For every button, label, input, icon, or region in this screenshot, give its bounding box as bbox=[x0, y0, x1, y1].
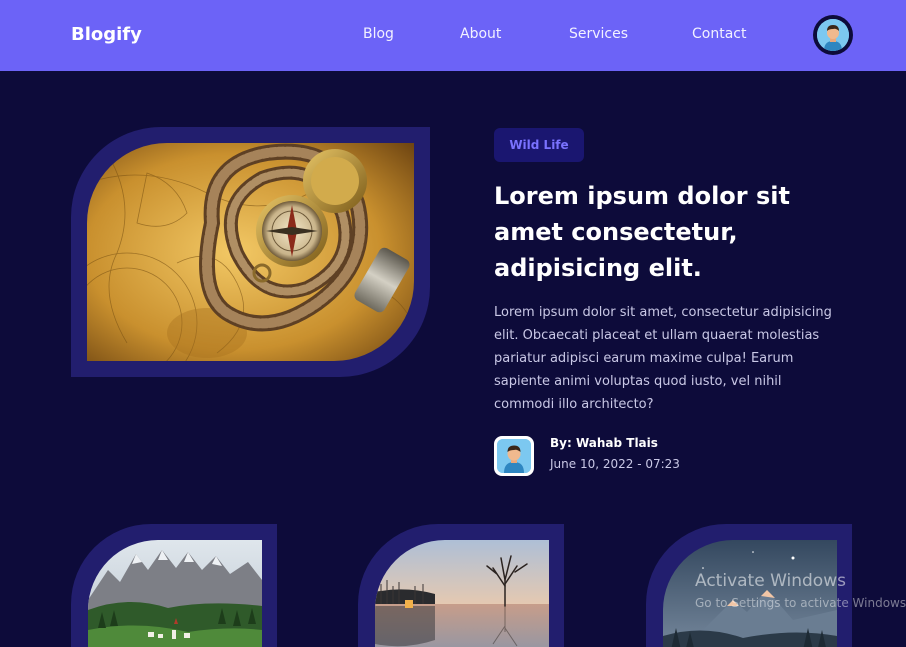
brand-logo[interactable]: Blogify bbox=[71, 24, 142, 45]
nav-link-blog[interactable]: Blog bbox=[363, 26, 394, 42]
author-avatar-icon bbox=[497, 439, 531, 473]
activate-windows-subtitle: Go to Settings to activate Windows. bbox=[695, 596, 906, 610]
author-name[interactable]: By: Wahab Tlais bbox=[550, 436, 658, 450]
nav-link-services[interactable]: Services bbox=[569, 26, 628, 42]
author-avatar bbox=[494, 436, 534, 476]
card-image-mountains[interactable] bbox=[88, 540, 262, 647]
user-avatar-icon bbox=[817, 19, 849, 51]
card-image-lake[interactable] bbox=[375, 540, 549, 647]
card-image-night-mountains[interactable] bbox=[663, 540, 837, 647]
nav-link-contact[interactable]: Contact bbox=[692, 26, 746, 42]
navbar: Blogify Blog About Services Contact bbox=[0, 0, 906, 71]
user-avatar[interactable] bbox=[813, 15, 853, 55]
post-date: June 10, 2022 - 07:23 bbox=[550, 457, 680, 471]
category-tag[interactable]: Wild Life bbox=[494, 128, 584, 162]
nav-link-about[interactable]: About bbox=[460, 26, 501, 42]
post-excerpt: Lorem ipsum dolor sit amet, consectetur … bbox=[494, 305, 832, 412]
hero-image[interactable] bbox=[87, 143, 414, 361]
post-title[interactable]: Lorem ipsum dolor sit amet consectetur, … bbox=[494, 178, 844, 286]
activate-windows-watermark: Activate Windows bbox=[695, 571, 846, 591]
